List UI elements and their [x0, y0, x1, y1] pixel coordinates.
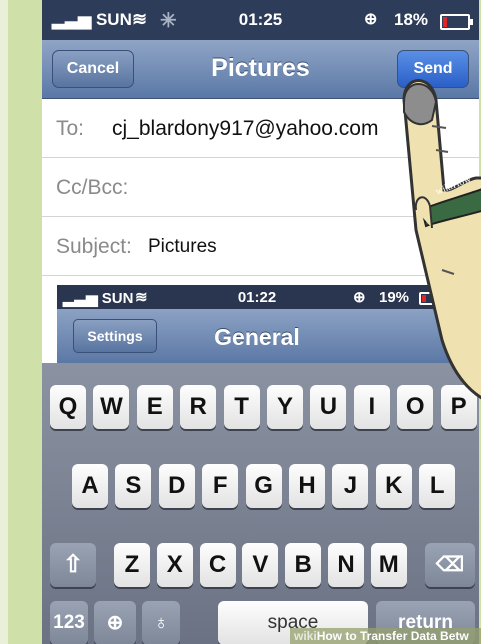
status-bar: ▂▃▅ SUN ≋ ✳ 01:25 ⊕ 18% — [42, 0, 479, 40]
key-x[interactable]: X — [156, 543, 193, 587]
battery-fill — [443, 17, 448, 27]
numbers-key[interactable]: 123 — [50, 601, 88, 644]
key-r[interactable]: R — [180, 385, 217, 429]
key-i[interactable]: I — [353, 385, 390, 429]
microphone-key-icon[interactable]: ♁ — [142, 601, 180, 644]
key-h[interactable]: H — [289, 464, 325, 508]
keyboard: ⇧ ⌫ 123 ⊕ ♁ space return QWERTYUIOPASDFG… — [42, 363, 479, 644]
send-button[interactable]: Send — [397, 50, 469, 88]
inset-status-bar: ▂▃▅ SUN ≋ 01:22 ⊕ 19% — [57, 285, 457, 309]
key-a[interactable]: A — [72, 464, 108, 508]
delete-key[interactable]: ⌫ — [425, 543, 475, 587]
key-l[interactable]: L — [419, 464, 456, 508]
cc-bcc-label: Cc/Bcc: — [56, 176, 129, 199]
phone-screen: ▂▃▅ SUN ≋ ✳ 01:25 ⊕ 18% Cancel Pictures … — [42, 0, 479, 644]
key-s[interactable]: S — [115, 464, 152, 508]
key-n[interactable]: N — [328, 543, 364, 587]
inset-title: General — [214, 324, 300, 350]
shift-key[interactable]: ⇧ — [50, 543, 96, 587]
watermark-text: How to Transfer Data Betw — [316, 629, 469, 643]
key-z[interactable]: Z — [114, 543, 150, 587]
key-v[interactable]: V — [242, 543, 279, 587]
to-value: cj_blardony917@yahoo.com — [112, 117, 379, 140]
key-b[interactable]: B — [285, 543, 322, 587]
image-frame: ▂▃▅ SUN ≋ ✳ 01:25 ⊕ 18% Cancel Pictures … — [8, 0, 481, 644]
key-e[interactable]: E — [136, 385, 173, 429]
rotation-lock-icon: ⊕ — [364, 11, 378, 28]
key-m[interactable]: M — [370, 543, 407, 587]
inset-screenshot: ▂▃▅ SUN ≋ 01:22 ⊕ 19% Settings General — [57, 285, 457, 363]
key-w[interactable]: W — [93, 385, 130, 429]
key-q[interactable]: Q — [50, 385, 86, 429]
to-field[interactable]: To: cj_blardony917@yahoo.com — [42, 99, 479, 158]
key-k[interactable]: K — [375, 464, 412, 508]
key-t[interactable]: T — [223, 385, 260, 429]
inset-battery-icon — [419, 292, 443, 305]
inset-nav-bar: Settings General — [57, 309, 457, 363]
subject-value: Pictures — [148, 236, 217, 257]
wikihow-watermark: wikiHow to Transfer Data Betw — [290, 628, 481, 644]
battery-percent: 18% — [394, 10, 429, 29]
key-g[interactable]: G — [245, 464, 282, 508]
key-f[interactable]: F — [202, 464, 239, 508]
battery-icon — [440, 14, 473, 30]
nav-bar: Cancel Pictures Send — [42, 40, 479, 99]
key-p[interactable]: P — [440, 385, 477, 429]
key-y[interactable]: Y — [267, 385, 303, 429]
globe-key-icon[interactable]: ⊕ — [94, 601, 136, 644]
inset-battery-percent: 19% — [379, 289, 410, 306]
key-u[interactable]: U — [310, 385, 347, 429]
subject-label: Subject: — [56, 235, 132, 258]
inset-rotation-lock-icon: ⊕ — [353, 289, 366, 306]
key-d[interactable]: D — [158, 464, 195, 508]
to-label: To: — [56, 117, 85, 140]
cc-bcc-field[interactable]: Cc/Bcc: — [42, 158, 479, 217]
subject-field[interactable]: Subject: Pictures — [42, 217, 479, 276]
key-c[interactable]: C — [199, 543, 236, 587]
key-o[interactable]: O — [397, 385, 434, 429]
key-j[interactable]: J — [332, 464, 369, 508]
